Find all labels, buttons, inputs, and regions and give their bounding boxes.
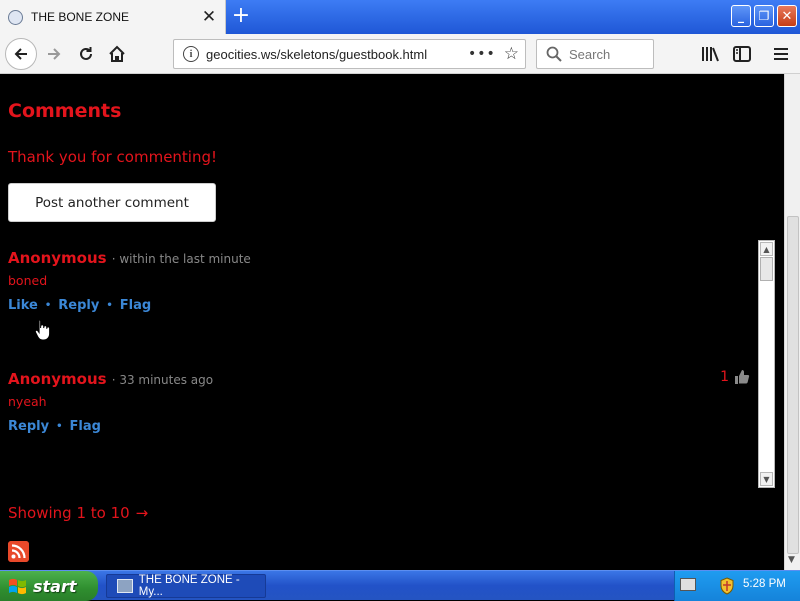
info-icon[interactable]: i [183, 46, 199, 62]
thanks-message: Thank you for commenting! [8, 148, 218, 166]
minimize-button[interactable]: _ [731, 5, 751, 27]
separator-dot: • [56, 421, 63, 432]
pagination-link[interactable]: Showing 1 to 10 → [8, 504, 148, 522]
firefox-window-icon [117, 579, 133, 593]
start-button[interactable]: start [0, 571, 98, 601]
page-actions-icon[interactable]: ••• [468, 46, 496, 62]
maximize-button[interactable]: ❐ [754, 5, 774, 27]
menu-icon[interactable] [771, 44, 791, 64]
showing-label[interactable]: Showing 1 to 10 [8, 504, 130, 522]
sidebar-icon[interactable] [732, 44, 752, 64]
search-placeholder: Search [569, 46, 611, 62]
post-another-comment-button[interactable]: Post another comment [8, 183, 216, 222]
new-tab-button[interactable]: + [230, 5, 252, 28]
title-bar: THE BONE ZONE ✕ + _ ❐ ✕ [0, 0, 800, 34]
hand-cursor-icon [34, 319, 51, 341]
reload-icon [80, 47, 92, 60]
comment-actions: Like • Reply • Flag [8, 298, 752, 313]
comment-item: Anonymous · within the last minute boned… [8, 248, 752, 313]
page-title: Comments [8, 100, 122, 122]
scroll-down-arrow-icon[interactable]: ▼ [760, 472, 773, 486]
windows-flag-icon [9, 578, 26, 595]
comment-author[interactable]: Anonymous [8, 249, 107, 267]
comments-scrollbar[interactable]: ▲ ▼ [758, 240, 775, 488]
globe-icon [8, 9, 23, 25]
comments-frame: Anonymous · within the last minute boned… [0, 238, 776, 488]
clock[interactable]: 5:28 PM [743, 578, 786, 590]
next-arrow-icon[interactable]: → [136, 504, 149, 522]
back-button[interactable] [5, 38, 37, 70]
scrollbar-thumb[interactable] [787, 216, 799, 554]
like-link[interactable]: Like [8, 298, 38, 313]
search-icon [546, 46, 562, 62]
comment-author[interactable]: Anonymous [8, 370, 107, 388]
system-tray: 5:28 PM [674, 571, 800, 601]
home-icon [109, 45, 125, 62]
vote-count[interactable]: 1 [720, 369, 750, 385]
navigation-toolbar: i geocities.ws/skeletons/guestbook.html … [0, 34, 800, 74]
thumbs-up-icon[interactable] [734, 369, 750, 385]
forward-arrow-icon [48, 48, 61, 60]
separator-dot: • [106, 300, 113, 311]
tab-title: THE BONE ZONE [31, 10, 130, 24]
star-icon[interactable]: ☆ [504, 44, 519, 64]
scroll-down-arrow-icon[interactable]: ▼ [788, 555, 795, 565]
comment-body: boned [8, 273, 48, 288]
page-scrollbar[interactable]: ▼ [784, 74, 800, 570]
start-label: start [33, 576, 77, 596]
scroll-up-arrow-icon[interactable]: ▲ [760, 242, 773, 256]
keyboard-icon[interactable] [680, 578, 696, 591]
rss-icon[interactable] [8, 541, 29, 562]
url-text[interactable]: geocities.ws/skeletons/guestbook.html [206, 47, 468, 62]
separator-dot: • [44, 300, 52, 311]
shield-icon[interactable] [719, 577, 735, 595]
flag-link[interactable]: Flag [69, 419, 100, 434]
forward-button[interactable] [42, 42, 66, 66]
comment-timestamp[interactable]: · within the last minute [112, 252, 251, 266]
search-box[interactable]: Search [536, 39, 654, 69]
library-icon[interactable] [700, 44, 720, 64]
reply-link[interactable]: Reply [8, 419, 49, 434]
address-bar[interactable]: i geocities.ws/skeletons/guestbook.html … [173, 39, 526, 69]
flag-link[interactable]: Flag [120, 298, 151, 313]
comment-timestamp[interactable]: · 33 minutes ago [112, 373, 213, 387]
upvote-count: 1 [720, 369, 729, 385]
page-content: Comments Thank you for commenting! Post … [0, 74, 784, 570]
taskbar: start THE BONE ZONE - My... 5:28 PM [0, 570, 800, 601]
comment-body: nyeah [8, 394, 47, 409]
taskbar-window-button[interactable]: THE BONE ZONE - My... [106, 574, 266, 598]
reload-button[interactable] [74, 42, 98, 66]
home-button[interactable] [105, 42, 129, 66]
browser-tab[interactable]: THE BONE ZONE ✕ [0, 0, 226, 34]
close-window-button[interactable]: ✕ [777, 5, 797, 27]
reply-link[interactable]: Reply [58, 298, 99, 313]
comment-actions: Reply • Flag [8, 419, 752, 434]
comment-item: Anonymous · 33 minutes ago 1 nyeah Reply… [8, 369, 752, 434]
close-tab-icon[interactable]: ✕ [199, 7, 219, 27]
task-label: THE BONE ZONE - My... [138, 574, 240, 598]
scrollbar-thumb[interactable] [760, 257, 773, 281]
back-arrow-icon [14, 48, 27, 60]
